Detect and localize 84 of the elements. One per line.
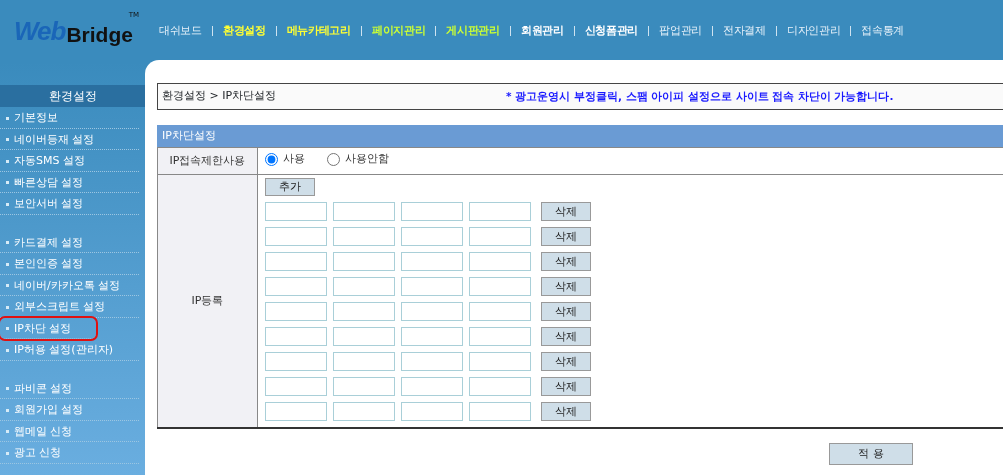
delete-button[interactable]: 삭제 [541,302,591,322]
sidebar-title: 환경설정 [0,85,145,107]
sidebar-item[interactable]: 자동SMS 설정 [0,150,139,172]
top-menu-link[interactable]: 신청폼관리 [584,22,639,40]
sidebar-item[interactable]: 카드결제 설정 [0,231,139,253]
ip-input-field[interactable] [469,227,531,247]
top-menu-link[interactable]: 메뉴카테고리 [286,22,351,40]
sidebar-item[interactable]: 보안서버 설정 [0,193,139,215]
ip-input-field[interactable] [469,202,531,222]
ip-input-field[interactable] [333,252,395,272]
ip-input-field[interactable] [401,277,463,297]
ip-input-field[interactable] [401,302,463,322]
top-menu-link[interactable]: 전자결제 [723,22,766,40]
ip-input-field[interactable] [333,202,395,222]
sidebar-item[interactable]: IP허용 설정(관리자) [0,339,139,361]
top-menu-link[interactable]: 환경설정 [222,22,266,40]
section-title: IP차단설정 [157,125,1003,147]
ip-input-field[interactable] [333,402,395,422]
ip-input-field[interactable] [333,302,395,322]
delete-button[interactable]: 삭제 [541,252,591,272]
sidebar-item[interactable]: 회원가입 설정 [0,399,139,421]
ip-input-field[interactable] [469,402,531,422]
ip-input-field[interactable] [265,402,327,422]
field-label: IP등록 [157,174,258,429]
radio-button[interactable] [265,152,278,166]
delete-button[interactable]: 삭제 [541,202,591,222]
delete-button[interactable]: 삭제 [541,352,591,372]
radio-label: 사용안함 [345,151,389,167]
ip-input-field[interactable] [333,327,395,347]
logo-text: Bridge [66,22,133,47]
ip-input-field[interactable] [401,202,463,222]
field-label: IP접속제한사용 [157,147,258,175]
ip-input-field[interactable] [401,252,463,272]
ip-input-field[interactable] [401,377,463,397]
ip-input-field[interactable] [469,352,531,372]
ip-input-field[interactable] [265,277,327,297]
sidebar-item[interactable]: 외부스크립트 설정 [0,296,139,318]
ip-input-field[interactable] [469,277,531,297]
ip-input-field[interactable] [265,227,327,247]
top-menu-link[interactable]: 게시판관리 [446,22,500,40]
ip-input-field[interactable] [333,227,395,247]
ip-input-field[interactable] [265,252,327,272]
top-menu-link[interactable]: 대쉬보드 [159,22,202,40]
radio-label: 사용 [283,151,305,167]
delete-button[interactable]: 삭제 [541,377,591,397]
sidebar-item[interactable]: 네이버등재 설정 [0,128,139,150]
ip-input-field[interactable] [401,352,463,372]
top-menu-link[interactable]: 접속통계 [861,22,905,40]
sidebar-item[interactable]: IP차단 설정 [0,317,96,339]
ip-input-field[interactable] [333,277,395,297]
ip-input-field[interactable] [401,402,463,422]
add-button[interactable]: 추가 [265,178,315,197]
notice-text: * 광고운영시 부정클릭, 스팸 아이피 설정으로 사이트 접속 차단이 가능합니다. [506,88,894,104]
ip-input-field[interactable] [265,327,327,347]
top-menu-link[interactable]: 팝업관리 [659,22,702,40]
radio-button[interactable] [327,152,340,166]
ip-input-field[interactable] [469,302,531,322]
ip-input-field[interactable] [333,377,395,397]
ip-input-field[interactable] [469,252,531,272]
ip-input-field[interactable] [265,202,327,222]
delete-button[interactable]: 삭제 [541,277,591,297]
ip-input-field[interactable] [265,302,327,322]
top-menu-link[interactable]: 회원관리 [520,22,564,40]
ip-input-field[interactable] [469,377,531,397]
breadcrumb-text: 환경설정 > IP차단설정 [162,88,277,105]
ip-input-field[interactable] [265,352,327,372]
ip-input-field[interactable] [469,327,531,347]
ip-input-field[interactable] [401,227,463,247]
top-menu-link[interactable]: 디자인관리 [786,22,841,40]
apply-button[interactable]: 적 용 [829,443,913,466]
delete-button[interactable]: 삭제 [541,402,591,422]
sidebar-item[interactable]: 네이버/카카오톡 설정 [0,274,139,296]
ip-input-field[interactable] [333,352,395,372]
sidebar-item[interactable]: 본인인증 설정 [0,253,139,275]
delete-button[interactable]: 삭제 [541,327,591,347]
sidebar-item[interactable]: 광고 신청 [0,442,139,464]
sidebar-item[interactable]: 파비콘 설정 [0,377,139,399]
sidebar-item[interactable]: 기본정보 [0,107,139,129]
top-menu-link[interactable]: 페이지관리 [371,22,426,40]
delete-button[interactable]: 삭제 [541,227,591,247]
ip-input-field[interactable] [401,327,463,347]
sidebar-item[interactable]: 웹메일 신청 [0,420,139,442]
sidebar-item[interactable]: 빠른상담 설정 [0,171,139,193]
ip-input-field[interactable] [265,377,327,397]
